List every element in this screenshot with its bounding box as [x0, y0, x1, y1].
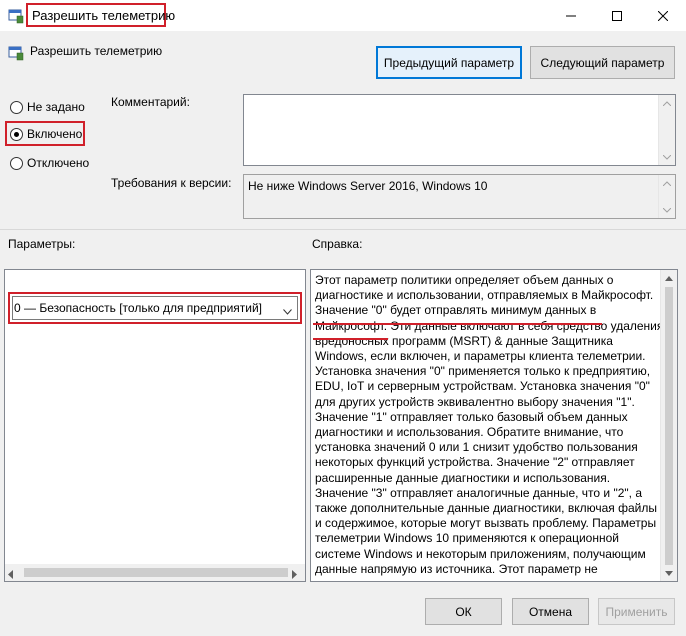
next-setting-button[interactable]: Следующий параметр — [530, 46, 675, 79]
close-icon — [658, 10, 668, 21]
radio-label: Включено — [27, 127, 83, 141]
chevron-up-icon[interactable] — [659, 175, 675, 191]
minimize-button[interactable] — [548, 0, 594, 31]
requirements-scrollbar[interactable] — [658, 175, 675, 218]
ok-label: ОК — [455, 604, 472, 619]
telemetry-level-dropdown[interactable]: 0 — Безопасность [только для предприятий… — [8, 292, 302, 324]
cancel-button[interactable]: Отмена — [512, 598, 589, 625]
requirements-label: Требования к версии: — [111, 176, 232, 190]
comment-textarea[interactable] — [243, 94, 676, 166]
chevron-left-icon[interactable] — [8, 568, 14, 582]
help-line: системе Windows и некоторым приложениям,… — [315, 546, 646, 561]
chevron-down-icon[interactable] — [661, 565, 677, 581]
help-line: установка значений 0 или 1 снизит удобст… — [315, 440, 638, 455]
cancel-label: Отмена — [528, 604, 573, 619]
apply-button[interactable]: Применить — [598, 598, 675, 625]
radio-not-configured[interactable]: Не задано — [10, 99, 85, 115]
help-line: данные напрямую из источника. Этот парам… — [315, 561, 598, 576]
chevron-right-icon[interactable] — [292, 568, 298, 582]
scroll-thumb[interactable] — [24, 568, 288, 577]
help-line: Этот параметр политики определяет объем … — [315, 273, 614, 287]
help-label: Справка: — [312, 237, 363, 251]
radio-disabled[interactable]: Отключено — [10, 155, 89, 171]
scroll-thumb[interactable] — [665, 287, 673, 565]
help-line: диагностике и использовании, отправляемы… — [315, 288, 654, 303]
help-text: Этот параметр политики определяет объем … — [315, 273, 664, 577]
help-line: и содержимое, которые могут вызвать проб… — [315, 516, 657, 531]
minimize-icon — [566, 11, 576, 21]
radio-button[interactable] — [10, 127, 23, 141]
next-setting-label: Следующий параметр — [540, 55, 665, 70]
previous-setting-label: Предыдущий параметр — [383, 55, 515, 70]
radio-button[interactable] — [10, 156, 23, 170]
chevron-down-icon[interactable] — [659, 149, 675, 165]
params-label: Параметры: — [8, 237, 76, 251]
help-line: телеметрии Windows 10 применяются к опер… — [315, 531, 619, 546]
annotation-underline — [313, 338, 388, 340]
policy-icon — [8, 8, 24, 24]
help-line: диагностики и использования. Обратите вн… — [315, 425, 624, 440]
radio-label: Отключено — [27, 156, 90, 170]
radio-enabled[interactable]: Включено — [10, 126, 82, 142]
comment-scrollbar[interactable] — [658, 95, 675, 165]
help-line: расширенные данные диагностики и использ… — [315, 470, 611, 485]
requirements-value: Не ниже Windows Server 2016, Windows 10 — [248, 179, 488, 193]
help-line: вредоносных программ (MSRT) & данные Защ… — [315, 333, 613, 348]
divider — [0, 229, 686, 230]
help-line: Значение "3" отправляет аналогичные данн… — [315, 485, 642, 500]
window-title: Разрешить телеметрию — [26, 3, 175, 27]
help-line: для других устройств эквивалентно выбору… — [315, 394, 635, 409]
radio-label: Не задано — [27, 100, 85, 114]
help-line: EDU, IoT и серверным устройствам. Устано… — [315, 379, 650, 394]
maximize-icon — [612, 10, 622, 21]
policy-title: Разрешить телеметрию — [30, 44, 163, 58]
comment-label: Комментарий: — [111, 95, 190, 109]
requirements-box: Не ниже Windows Server 2016, Windows 10 — [243, 174, 676, 219]
help-line: некоторых функций устройства. Значение "… — [315, 455, 635, 470]
chevron-up-icon[interactable] — [659, 95, 675, 111]
help-line: Windows, если включен, и параметры клиен… — [315, 349, 646, 364]
help-line: Майкрософт. Эти данные включают в себя с… — [315, 318, 664, 333]
dropdown-value: 0 — Безопасность [только для предприятий… — [14, 301, 263, 315]
chevron-down-icon[interactable] — [659, 202, 675, 218]
apply-label: Применить — [605, 604, 668, 619]
help-line: также дополнительные данные диагностики,… — [315, 501, 657, 516]
help-line: Значение "1" отправляет только базовый о… — [315, 409, 628, 424]
help-line: Значение "0" будет отправлять минимум да… — [315, 303, 597, 318]
chevron-up-icon[interactable] — [661, 270, 677, 286]
annotation-underline — [313, 323, 602, 325]
maximize-button[interactable] — [594, 0, 640, 31]
help-scrollbar[interactable] — [660, 270, 677, 581]
close-button[interactable] — [640, 0, 686, 31]
policy-icon — [8, 45, 24, 61]
radio-button[interactable] — [10, 100, 23, 114]
ok-button[interactable]: ОК — [425, 598, 502, 625]
help-line: Установка значения "0" применяется тольк… — [315, 364, 651, 379]
previous-setting-button[interactable]: Предыдущий параметр — [376, 46, 522, 79]
chevron-down-icon — [283, 304, 292, 318]
help-panel: Этот параметр политики определяет объем … — [310, 269, 678, 582]
